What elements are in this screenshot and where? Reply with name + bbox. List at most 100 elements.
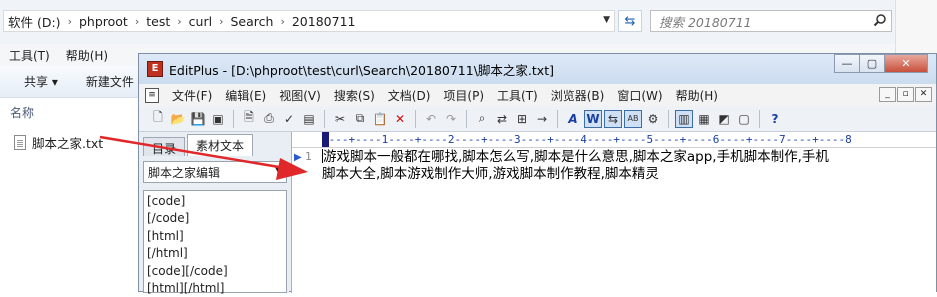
name-column-header[interactable]: 名称 xyxy=(10,104,34,121)
help-icon[interactable]: ? xyxy=(766,110,784,128)
minimize-button[interactable]: — xyxy=(834,54,860,73)
menu-search[interactable]: 搜索(S) xyxy=(334,87,375,104)
maximize-button[interactable]: ▢ xyxy=(859,54,885,73)
chevron-right-icon[interactable]: › xyxy=(177,15,181,28)
menu-help[interactable]: 帮助(H) xyxy=(66,47,108,64)
cliptext-window-icon[interactable]: ▦ xyxy=(695,110,713,128)
print-preview-icon[interactable]: 🗎 xyxy=(240,110,258,128)
list-item[interactable]: [html] xyxy=(147,228,283,245)
search-placeholder: 搜索 20180711 xyxy=(659,14,752,30)
editor-pane[interactable]: ----+----1----+----2----+----3----+----4… xyxy=(291,132,936,293)
breadcrumb-item[interactable]: Search xyxy=(231,14,274,29)
menu-window[interactable]: 窗口(W) xyxy=(617,87,662,104)
editor-text[interactable]: 游戏脚本一般都在哪找,脚本怎么写,脚本是什么意思,脚本之家app,手机脚本制作,… xyxy=(322,149,934,183)
breadcrumb-item[interactable]: 软件 (D:) xyxy=(8,12,61,31)
document-icon[interactable]: ≡ xyxy=(145,87,159,103)
goto-line-icon[interactable]: → xyxy=(533,110,551,128)
close-button[interactable]: ✕ xyxy=(884,54,928,73)
new-folder-button[interactable]: 新建文件 xyxy=(86,73,134,90)
tab-directory[interactable]: 目录 xyxy=(143,137,186,156)
search-input[interactable]: 搜索 20180711 xyxy=(650,10,892,32)
title-bar[interactable]: E EditPlus - [D:\phproot\test\curl\Searc… xyxy=(139,54,936,84)
breadcrumb-item[interactable]: curl xyxy=(189,14,212,29)
text-line-1: 游戏脚本一般都在哪找,脚本怎么写,脚本是什么意思,脚本之家app,手机脚本制作,… xyxy=(323,149,829,165)
chevron-right-icon[interactable]: › xyxy=(135,15,139,28)
editplus-window: E EditPlus - [D:\phproot\test\curl\Searc… xyxy=(138,53,937,295)
paste-icon[interactable]: 📋 xyxy=(371,110,389,128)
line-number-icon[interactable]: AB xyxy=(624,109,642,128)
menu-document[interactable]: 文档(D) xyxy=(388,87,431,104)
list-item[interactable]: [/code] xyxy=(147,210,283,227)
cliptext-library-select[interactable]: 脚本之家编辑 ▼ xyxy=(143,161,287,183)
menu-browser[interactable]: 浏览器(B) xyxy=(551,87,605,104)
chevron-right-icon[interactable]: › xyxy=(68,15,72,28)
share-button[interactable]: 共享 ▾ xyxy=(24,73,58,90)
tab-cliptext[interactable]: 素材文本 xyxy=(187,134,254,156)
toolbar-divider xyxy=(466,109,467,128)
refresh-button[interactable]: ⇆ xyxy=(618,10,642,32)
list-item[interactable]: [code][/code] xyxy=(147,263,283,280)
explorer-command-bar: 共享 ▾ 新建文件 xyxy=(0,66,140,98)
copy-icon[interactable]: ⧉ xyxy=(351,110,369,128)
current-line-arrow-icon: ▶ xyxy=(294,152,302,163)
file-name: 脚本之家.txt xyxy=(32,136,104,151)
undo-icon[interactable]: ↶ xyxy=(422,110,440,128)
save-icon[interactable]: 💾 xyxy=(189,110,207,128)
font-icon[interactable]: A xyxy=(564,110,582,128)
list-item[interactable]: [/html] xyxy=(147,245,283,262)
breadcrumb-item[interactable]: test xyxy=(146,14,170,29)
text-file-icon xyxy=(14,135,26,150)
ruler-scale: ----+----1----+----2----+----3----+----4… xyxy=(322,133,852,146)
cut-icon[interactable]: ✂ xyxy=(331,110,349,128)
delete-icon[interactable]: ✕ xyxy=(391,110,409,128)
menu-help[interactable]: 帮助(H) xyxy=(676,87,718,104)
line-gutter: ▶ 1 xyxy=(292,149,320,293)
breadcrumb-item[interactable]: 20180711 xyxy=(292,14,356,29)
find-icon[interactable]: ⌕ xyxy=(473,110,491,128)
refresh-icon: ⇆ xyxy=(624,13,636,29)
toolbar-divider xyxy=(415,109,416,128)
list-item[interactable]: [html][/html] xyxy=(147,280,283,297)
toolbar-divider xyxy=(233,109,234,128)
cliptext-list: [code] [/code] [html] [/html] [code][/co… xyxy=(143,190,287,295)
doc-close-button[interactable]: ✕ xyxy=(915,87,932,102)
spell-check-icon[interactable]: ✓ xyxy=(280,110,298,128)
doc-minimize-button[interactable]: _ xyxy=(879,87,896,102)
replace-icon[interactable]: ⇄ xyxy=(493,110,511,128)
print-icon[interactable]: ⎙ xyxy=(260,110,278,128)
breadcrumb-item[interactable]: phproot xyxy=(79,14,128,29)
toolbar-divider xyxy=(557,109,558,128)
word-wrap-icon[interactable]: W xyxy=(584,109,602,128)
doc-restore-button[interactable]: ▫ xyxy=(897,87,914,102)
fullscreen-icon[interactable]: ▢ xyxy=(735,110,753,128)
chevron-down-icon[interactable]: ▼ xyxy=(603,15,610,25)
editplus-logo-icon: E xyxy=(147,61,163,77)
menu-tools[interactable]: 工具(T) xyxy=(9,47,50,64)
file-item[interactable]: 脚本之家.txt xyxy=(14,133,103,152)
output-window-icon[interactable]: ◩ xyxy=(715,110,733,128)
menu-edit[interactable]: 编辑(E) xyxy=(225,87,266,104)
chevron-down-icon[interactable]: ▼ xyxy=(274,164,282,175)
settings-icon[interactable]: ⚙ xyxy=(644,110,662,128)
menu-tools[interactable]: 工具(T) xyxy=(497,87,538,104)
chevron-right-icon[interactable]: › xyxy=(280,15,284,28)
menu-view[interactable]: 视图(V) xyxy=(279,87,321,104)
directory-window-icon[interactable]: ▥ xyxy=(675,109,693,128)
properties-icon[interactable]: ▤ xyxy=(300,110,318,128)
new-file-icon[interactable]: 🗋 xyxy=(149,110,167,128)
redo-icon[interactable]: ↷ xyxy=(442,110,460,128)
search-icon[interactable] xyxy=(873,13,887,27)
ruler-icon[interactable]: ⇆ xyxy=(604,109,622,128)
find-in-files-icon[interactable]: ⊞ xyxy=(513,110,531,128)
menu-file[interactable]: 文件(F) xyxy=(172,87,212,104)
menu-project[interactable]: 项目(P) xyxy=(443,87,484,104)
open-folder-icon[interactable]: 📂 xyxy=(169,110,187,128)
side-panel: 目录 素材文本 脚本之家编辑 ▼ [code] [/code] [html] [… xyxy=(143,134,289,295)
list-item[interactable]: [code] xyxy=(147,193,283,210)
address-breadcrumb[interactable]: 软件 (D:) › phproot › test › curl › Search… xyxy=(3,10,615,32)
chevron-right-icon[interactable]: › xyxy=(219,15,223,28)
side-panel-tabs: 目录 素材文本 xyxy=(143,134,289,156)
toolbar-divider xyxy=(668,109,669,128)
save-all-icon[interactable]: ▣ xyxy=(209,110,227,128)
editplus-menu-bar: ≡ 文件(F) 编辑(E) 视图(V) 搜索(S) 文档(D) 项目(P) 工具… xyxy=(139,84,936,106)
